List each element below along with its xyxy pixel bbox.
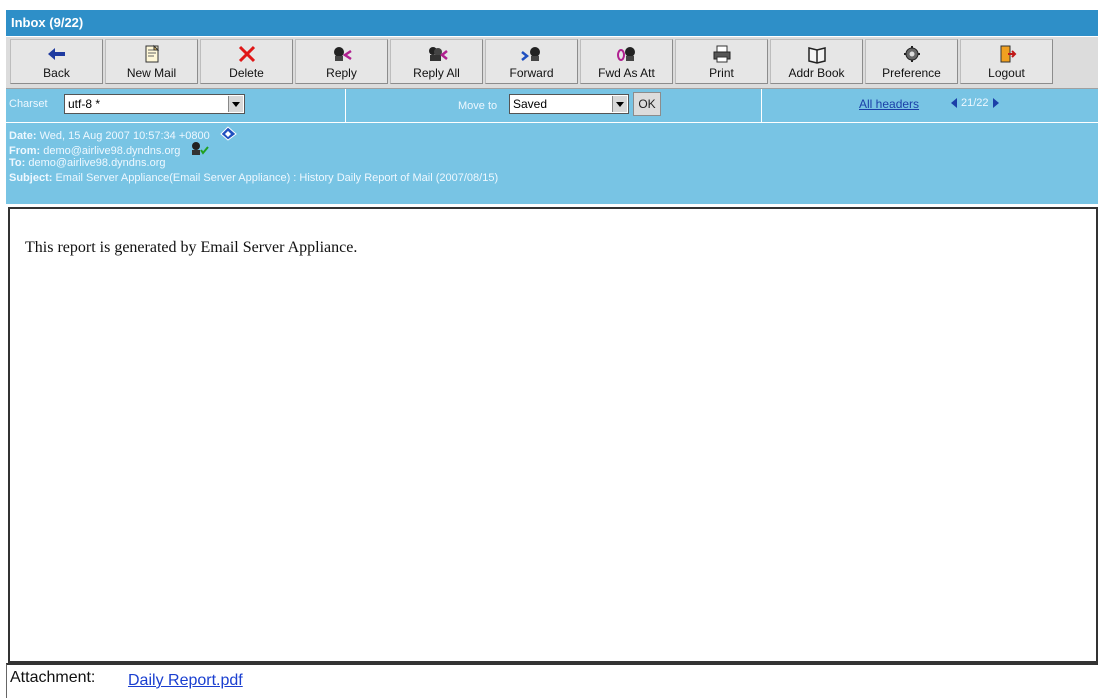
forward-button-label: Forward xyxy=(509,66,554,80)
date-line: Date: Wed, 15 Aug 2007 10:57:34 +0800 xyxy=(9,126,1098,142)
forward-as-attachment-button-label: Fwd As Att xyxy=(598,66,655,80)
logout-button-label: Logout xyxy=(988,66,1025,80)
charset-label: Charset xyxy=(9,98,48,110)
from-line: From: demo@airlive98.dyndns.org xyxy=(9,141,1098,157)
forward-button[interactable]: Forward xyxy=(485,39,578,84)
charset-value: utf-8 * xyxy=(68,97,101,111)
mail-reader-window: Inbox (9/22) Back New Mail Delete Reply xyxy=(0,0,1100,698)
move-to-value: Saved xyxy=(513,97,548,111)
reply-icon xyxy=(296,44,387,66)
toolbar: Back New Mail Delete Reply Reply All For… xyxy=(6,37,1098,89)
folder-title: Inbox (9/22) xyxy=(11,15,84,30)
print-button-label: Print xyxy=(709,66,734,80)
to-key: To: xyxy=(9,157,26,169)
forward-as-attachment-icon xyxy=(581,44,672,66)
delete-button-label: Delete xyxy=(229,66,264,80)
chevron-down-icon xyxy=(612,96,627,112)
print-icon xyxy=(676,44,767,66)
new-mail-button[interactable]: New Mail xyxy=(105,39,198,84)
delete-x-icon xyxy=(201,44,292,66)
move-to-select[interactable]: Saved xyxy=(509,94,629,114)
next-message-icon[interactable] xyxy=(992,98,999,109)
reply-button-label: Reply xyxy=(326,66,357,80)
move-to-cell: Move to Saved OK xyxy=(346,89,762,122)
message-body: This report is generated by Email Server… xyxy=(8,207,1098,663)
subject-line: Subject: Email Server Appliance(Email Se… xyxy=(9,171,1098,186)
to-line: To: demo@airlive98.dyndns.org xyxy=(9,156,1098,171)
new-mail-button-label: New Mail xyxy=(126,66,177,80)
back-button-label: Back xyxy=(43,66,70,80)
charset-cell: Charset utf-8 * xyxy=(6,89,346,122)
logout-icon xyxy=(961,44,1052,66)
subject-key: Subject: xyxy=(9,172,53,184)
folder-title-bar: Inbox (9/22) xyxy=(6,10,1098,36)
reply-all-icon xyxy=(391,44,482,66)
back-arrow-icon xyxy=(11,44,102,66)
reply-all-button[interactable]: Reply All xyxy=(390,39,483,84)
preference-button-label: Preference xyxy=(882,66,941,80)
charset-select[interactable]: utf-8 * xyxy=(64,94,245,114)
message-header-panel: Date: Wed, 15 Aug 2007 10:57:34 +0800 Fr… xyxy=(6,123,1098,204)
to-value: demo@airlive98.dyndns.org xyxy=(28,157,166,169)
move-ok-button[interactable]: OK xyxy=(633,92,661,116)
forward-icon xyxy=(486,44,577,66)
reply-all-button-label: Reply All xyxy=(413,66,460,80)
message-pager: 21/22 xyxy=(951,97,999,109)
delete-button[interactable]: Delete xyxy=(200,39,293,84)
message-body-text: This report is generated by Email Server… xyxy=(25,239,358,256)
print-button[interactable]: Print xyxy=(675,39,768,84)
preference-button[interactable]: Preference xyxy=(865,39,958,84)
forward-as-attachment-button[interactable]: Fwd As Att xyxy=(580,39,673,84)
options-bar: Charset utf-8 * Move to Saved OK All hea… xyxy=(6,89,1098,122)
address-book-button-label: Addr Book xyxy=(788,66,845,80)
move-to-label: Move to xyxy=(458,100,498,112)
subject-value: Email Server Appliance(Email Server Appl… xyxy=(55,172,499,184)
logout-button[interactable]: Logout xyxy=(960,39,1053,84)
attachment-bar: Attachment: Daily Report.pdf xyxy=(6,663,1098,698)
previous-message-icon[interactable] xyxy=(951,98,957,109)
all-headers-link[interactable]: All headers xyxy=(859,97,919,111)
address-book-button[interactable]: Addr Book xyxy=(770,39,863,84)
chevron-down-icon xyxy=(228,96,243,112)
new-mail-icon xyxy=(106,44,197,66)
attachment-link[interactable]: Daily Report.pdf xyxy=(128,672,243,690)
back-button[interactable]: Back xyxy=(10,39,103,84)
address-book-icon xyxy=(771,44,862,66)
pager-text: 21/22 xyxy=(961,97,989,109)
preference-icon xyxy=(866,44,957,66)
reply-button[interactable]: Reply xyxy=(295,39,388,84)
attachment-label: Attachment: xyxy=(10,669,96,686)
